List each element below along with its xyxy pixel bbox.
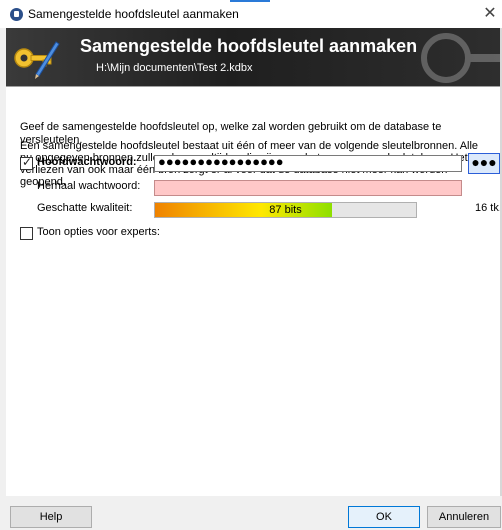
dialog-content: Geef de samengestelde hoofdsleutel op, w… bbox=[6, 87, 502, 496]
button-bar: Help OK Annuleren bbox=[0, 496, 502, 530]
cancel-button[interactable]: Annuleren bbox=[427, 506, 501, 528]
master-password-checkbox[interactable]: ✓ bbox=[20, 155, 33, 170]
header-banner: Samengestelde hoofdsleutel aanmaken H:\M… bbox=[6, 28, 502, 86]
database-path: H:\Mijn documenten\Test 2.kdbx bbox=[96, 62, 253, 74]
char-count: 16 tk. bbox=[475, 202, 502, 214]
ok-button[interactable]: OK bbox=[348, 506, 420, 528]
banner-heading: Samengestelde hoofdsleutel aanmaken bbox=[80, 36, 418, 56]
quality-bar: 87 bits bbox=[154, 202, 417, 218]
window-title: Samengestelde hoofdsleutel aanmaken bbox=[28, 7, 239, 21]
master-password-input[interactable]: ●●●●●●●●●●●●●●●● bbox=[154, 154, 462, 172]
repeat-password-input[interactable] bbox=[154, 180, 462, 196]
master-password-label: Hoofdwachtwoord: bbox=[37, 156, 137, 168]
key-watermark-icon bbox=[421, 33, 502, 83]
keepass-app-icon bbox=[10, 8, 23, 21]
expert-options-checkbox[interactable] bbox=[20, 227, 33, 240]
key-icon bbox=[14, 41, 60, 79]
titlebar-accent bbox=[230, 0, 270, 2]
quality-bits: 87 bits bbox=[269, 204, 302, 216]
repeat-password-label: Herhaal wachtwoord: bbox=[37, 180, 141, 192]
help-button[interactable]: Help bbox=[10, 506, 92, 528]
expert-options-label: Toon opties voor experts: bbox=[37, 226, 160, 238]
quality-label: Geschatte kwaliteit: bbox=[37, 202, 133, 214]
close-icon[interactable]: ✕ bbox=[478, 2, 502, 26]
title-bar: Samengestelde hoofdsleutel aanmaken ✕ bbox=[0, 0, 502, 28]
show-password-button[interactable]: ●●● bbox=[468, 153, 500, 174]
